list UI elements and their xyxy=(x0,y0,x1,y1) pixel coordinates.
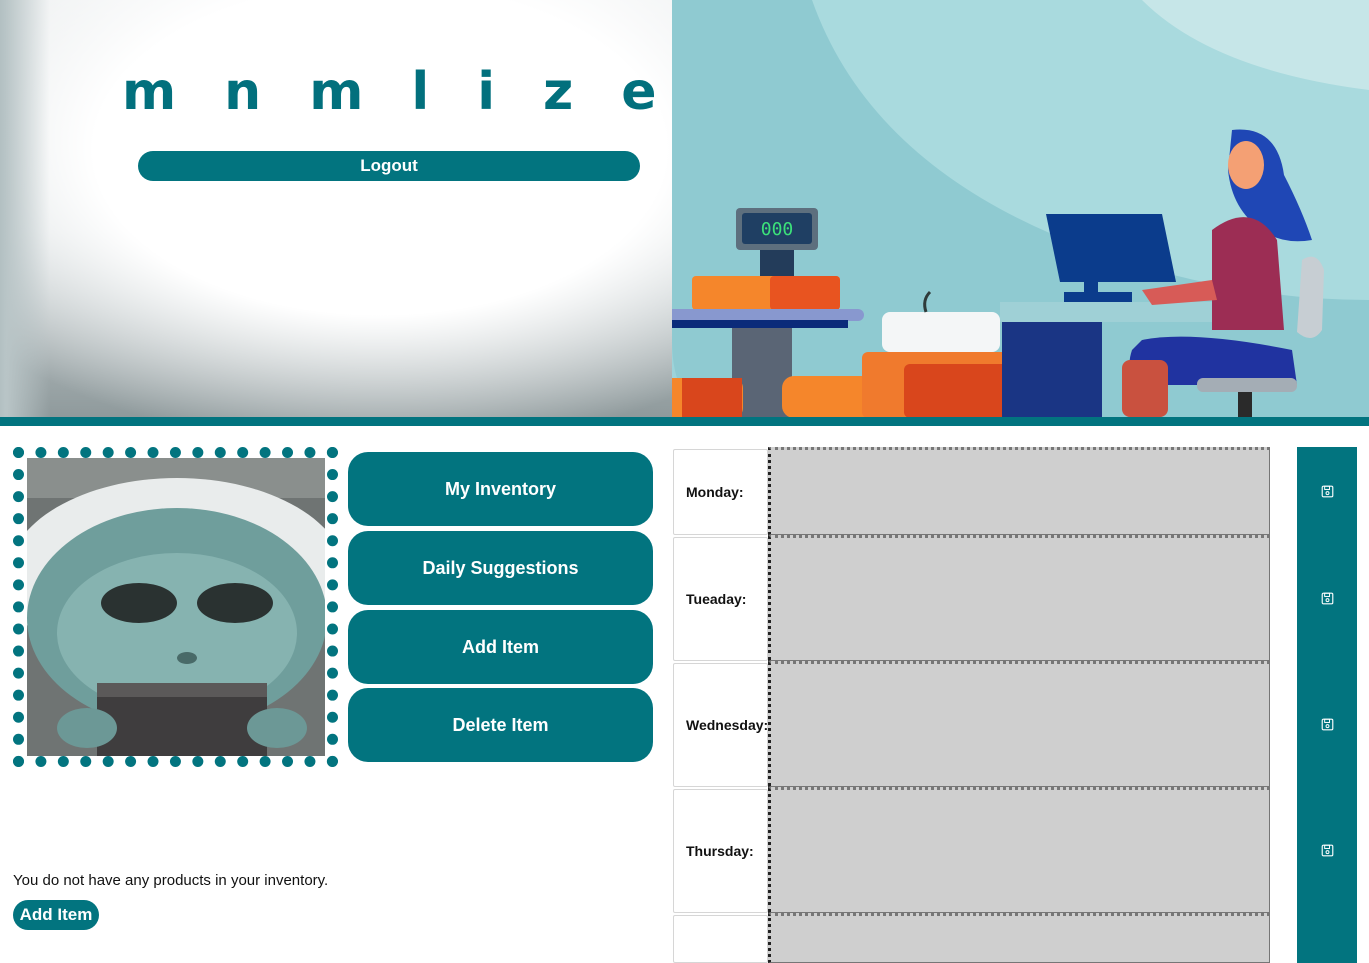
tuesday-notes-field[interactable] xyxy=(768,535,1270,661)
save-friday-button[interactable] xyxy=(1297,913,1357,963)
floppy-disk-icon xyxy=(1321,485,1333,497)
add-item-nav-button[interactable]: Add Item xyxy=(348,610,653,684)
header-divider xyxy=(0,417,1369,426)
day-label-friday xyxy=(673,915,768,963)
day-label-text: Tueaday: xyxy=(686,591,747,607)
friday-notes-field[interactable] xyxy=(768,913,1270,963)
save-column-notch xyxy=(1364,529,1369,541)
brand-logo: mnmlize xyxy=(122,62,705,122)
scale-display: 000 xyxy=(761,219,794,240)
save-thursday-button[interactable] xyxy=(1297,787,1357,913)
save-tuesday-button[interactable] xyxy=(1297,535,1357,661)
delete-item-button[interactable]: Delete Item xyxy=(348,688,653,762)
avatar-photo xyxy=(27,458,325,756)
save-wednesday-button[interactable] xyxy=(1297,661,1357,787)
office-illustration: 000 xyxy=(672,0,1369,417)
inventory-empty-message: You do not have any products in your inv… xyxy=(13,872,329,889)
save-monday-button[interactable] xyxy=(1297,447,1357,535)
save-column-notch xyxy=(1364,907,1369,919)
day-label-text: Monday: xyxy=(686,484,744,500)
day-label-text: Wednesday: xyxy=(686,717,769,733)
day-label-monday: Monday: xyxy=(673,449,768,535)
avatar[interactable] xyxy=(27,458,325,756)
floppy-disk-icon xyxy=(1321,718,1333,730)
floppy-disk-icon xyxy=(1321,592,1333,604)
logout-button[interactable]: Logout xyxy=(138,151,640,181)
daily-suggestions-button[interactable]: Daily Suggestions xyxy=(348,531,653,605)
hero-banner: 000 mnmlize Logout xyxy=(0,0,1369,417)
wednesday-notes-field[interactable] xyxy=(768,661,1270,787)
day-label-tuesday: Tueaday: xyxy=(673,537,768,661)
floppy-disk-icon xyxy=(1321,844,1333,856)
day-label-text: Thursday: xyxy=(686,843,754,859)
monday-notes-field[interactable] xyxy=(768,447,1270,535)
my-inventory-button[interactable]: My Inventory xyxy=(348,452,653,526)
day-label-thursday: Thursday: xyxy=(673,789,768,913)
day-label-wednesday: Wednesday: xyxy=(673,663,768,787)
thursday-notes-field[interactable] xyxy=(768,787,1270,913)
save-column-notch xyxy=(1364,781,1369,793)
add-item-button[interactable]: Add Item xyxy=(13,900,99,930)
save-column-notch xyxy=(1364,655,1369,667)
